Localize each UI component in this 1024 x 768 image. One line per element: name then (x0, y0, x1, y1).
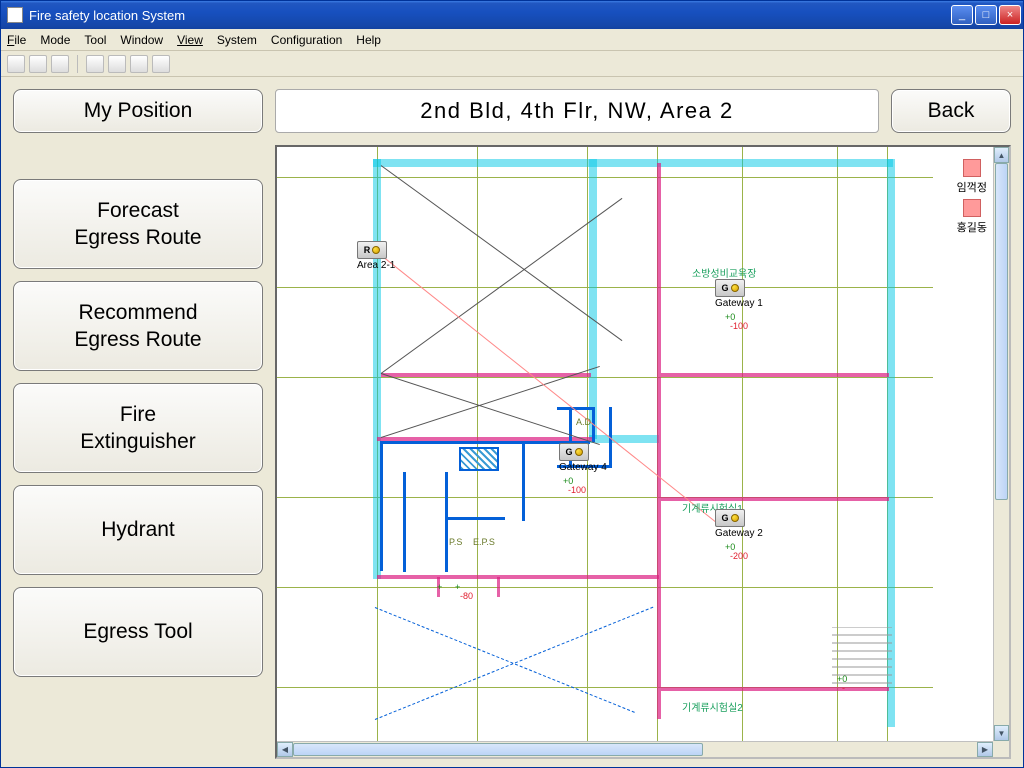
menu-file[interactable]: File (7, 33, 26, 47)
app-window: Fire safety location System _ □ × File M… (0, 0, 1024, 768)
legend-label: 임꺽정 (957, 179, 987, 195)
my-position-button[interactable]: My Position (13, 89, 263, 133)
forecast-egress-button[interactable]: Forecast Egress Route (13, 179, 263, 269)
toolbar-btn-6[interactable] (130, 55, 148, 73)
coord-label: +0 -100 (563, 477, 586, 495)
close-button[interactable]: × (999, 5, 1021, 25)
menu-help[interactable]: Help (356, 33, 381, 47)
node-gateway-1[interactable]: G Gateway 1 (715, 279, 747, 309)
legend: 임꺽정 홍길동 (957, 155, 987, 235)
fire-extinguisher-button[interactable]: Fire Extinguisher (13, 383, 263, 473)
toolbar-btn-1[interactable] (7, 55, 25, 73)
floor-plan-viewport[interactable]: 소방성비교육장 기계류시험실1 기계류시험실2 A.D P.S E.P.S R … (277, 147, 993, 741)
horizontal-scrollbar[interactable]: ◀ ▶ (277, 741, 993, 757)
stairs-icon (832, 627, 892, 717)
main-panel: 2nd Bld, 4th Flr, NW, Area 2 Back (275, 89, 1011, 759)
toolbar-btn-7[interactable] (152, 55, 170, 73)
scroll-left-icon[interactable]: ◀ (277, 742, 293, 757)
coord-label: +0 -100 (725, 313, 748, 331)
node-gateway-2[interactable]: G Gateway 2 (715, 509, 747, 539)
dot-icon (731, 284, 739, 292)
sidebar: My Position Forecast Egress Route Recomm… (13, 89, 263, 759)
scroll-track[interactable] (293, 742, 977, 757)
maximize-button[interactable]: □ (975, 5, 997, 25)
floor-plan: 소방성비교육장 기계류시험실1 기계류시험실2 A.D P.S E.P.S R … (277, 147, 993, 741)
legend-swatch (963, 159, 981, 177)
room-label: P.S (449, 537, 462, 547)
toolbar-btn-5[interactable] (108, 55, 126, 73)
minimize-button[interactable]: _ (951, 5, 973, 25)
menubar: File Mode Tool Window View System Config… (1, 29, 1023, 51)
room-label: E.P.S (473, 537, 495, 547)
menu-tool[interactable]: Tool (84, 33, 106, 47)
vertical-scrollbar[interactable]: ▲ ▼ (993, 147, 1009, 741)
menu-configuration[interactable]: Configuration (271, 33, 342, 47)
location-display: 2nd Bld, 4th Flr, NW, Area 2 (275, 89, 879, 133)
menu-window[interactable]: Window (120, 33, 163, 47)
scroll-right-icon[interactable]: ▶ (977, 742, 993, 757)
scroll-track[interactable] (994, 163, 1009, 725)
coord-label: + -80 (455, 583, 473, 601)
room-label: A.D (576, 417, 591, 427)
coord-label: +0 - (837, 675, 847, 693)
legend-label: 홍길동 (957, 219, 987, 235)
content-area: My Position Forecast Egress Route Recomm… (1, 77, 1023, 767)
floor-plan-frame: 소방성비교육장 기계류시험실1 기계류시험실2 A.D P.S E.P.S R … (275, 145, 1011, 759)
menu-system[interactable]: System (217, 33, 257, 47)
menu-mode[interactable]: Mode (40, 33, 70, 47)
coord-label: + (437, 583, 442, 592)
toolbar-btn-4[interactable] (86, 55, 104, 73)
room-label: 기계류시험실2 (682, 699, 743, 714)
egress-tool-button[interactable]: Egress Tool (13, 587, 263, 677)
toolbar-btn-3[interactable] (51, 55, 69, 73)
scroll-down-icon[interactable]: ▼ (994, 725, 1009, 741)
back-button[interactable]: Back (891, 89, 1011, 133)
hydrant-button[interactable]: Hydrant (13, 485, 263, 575)
dot-icon (372, 246, 380, 254)
recommend-egress-button[interactable]: Recommend Egress Route (13, 281, 263, 371)
window-title: Fire safety location System (29, 8, 951, 23)
node-area-2-1[interactable]: R Area 2-1 (357, 241, 389, 271)
legend-swatch (963, 199, 981, 217)
dot-icon (731, 514, 739, 522)
top-row: 2nd Bld, 4th Flr, NW, Area 2 Back (275, 89, 1011, 133)
menu-view[interactable]: View (177, 33, 203, 47)
app-icon (7, 7, 23, 23)
scroll-thumb[interactable] (995, 163, 1008, 500)
titlebar: Fire safety location System _ □ × (1, 1, 1023, 29)
scroll-thumb[interactable] (293, 743, 703, 756)
room-label: 소방성비교육장 (692, 265, 756, 280)
shaft (459, 447, 499, 471)
node-gateway-4[interactable]: G Gateway 4 (559, 443, 591, 473)
dot-icon (575, 448, 583, 456)
toolbar-separator (77, 55, 78, 73)
scroll-corner (993, 741, 1009, 757)
window-buttons: _ □ × (951, 5, 1021, 25)
coord-label: +0 -200 (725, 543, 748, 561)
toolbar (1, 51, 1023, 77)
scroll-up-icon[interactable]: ▲ (994, 147, 1009, 163)
toolbar-btn-2[interactable] (29, 55, 47, 73)
